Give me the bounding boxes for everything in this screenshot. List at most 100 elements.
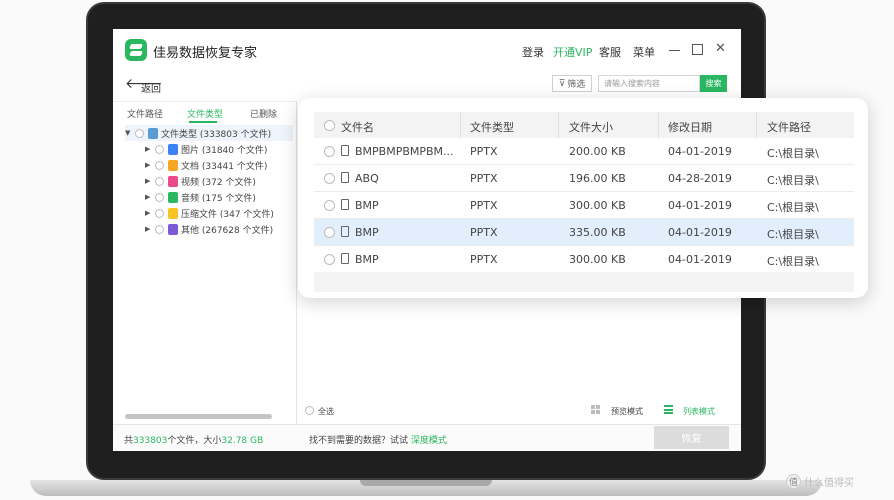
file-icon: [341, 253, 349, 264]
cell-type: PPTX: [470, 172, 498, 185]
table-row[interactable]: BMPBMPBMPBM... PPTX 200.00 KB 04-01-2019…: [314, 138, 854, 165]
cell-type: PPTX: [470, 145, 498, 158]
deep-mode-link[interactable]: 深度模式: [411, 436, 447, 446]
tree-item-checkbox[interactable]: [155, 192, 164, 202]
table-row[interactable]: BMP PPTX 300.00 KB 04-01-2019 C:\根目录\: [314, 246, 854, 273]
watermark-text: 什么值得买: [804, 478, 854, 489]
cell-date: 04-28-2019: [668, 172, 732, 185]
tree-item-other[interactable]: ▶ 其他 (267628 个文件): [145, 221, 273, 237]
column-header[interactable]: 文件类型: [470, 119, 514, 135]
cell-type: PPTX: [470, 253, 498, 266]
sidebar-scrollbar[interactable]: [125, 414, 272, 419]
column-header[interactable]: 文件路径: [767, 119, 811, 135]
filter-button[interactable]: ⊽ 筛选: [552, 75, 592, 92]
list-mode-button[interactable]: 列表模式: [683, 406, 715, 417]
tab-file-path[interactable]: 文件路径: [127, 107, 163, 120]
filter-icon: ⊽: [558, 78, 566, 89]
tree-root-checkbox[interactable]: [135, 128, 144, 138]
tree-item-videos[interactable]: ▶ 视频 (372 个文件): [145, 173, 256, 189]
cell-path: C:\根目录\: [767, 228, 819, 241]
caret-right-icon[interactable]: ▶: [145, 145, 155, 153]
sidebar: 文件路径 文件类型 已删除 ▼ 文件类型 (333803 个文件) ▶ 图片 (…: [113, 101, 297, 424]
menu-link[interactable]: 菜单: [633, 44, 655, 60]
tab-deleted[interactable]: 已删除: [250, 107, 277, 120]
cell-size: 300.00 KB: [569, 199, 626, 212]
maximize-icon[interactable]: [692, 44, 703, 55]
cell-size: 300.00 KB: [569, 253, 626, 266]
cell-name: BMP: [355, 199, 379, 212]
column-divider: [558, 112, 559, 138]
cell-name: BMPBMPBMPBM...: [355, 145, 454, 158]
close-icon[interactable]: ✕: [715, 42, 726, 56]
recover-button[interactable]: 恢复: [654, 426, 729, 449]
tree-item-archives[interactable]: ▶ 压缩文件 (347 个文件): [145, 205, 274, 221]
active-tab-indicator: [189, 121, 217, 123]
row-checkbox[interactable]: [324, 227, 335, 238]
preview-mode-button[interactable]: 预览模式: [611, 406, 643, 417]
file-count: 333803: [133, 436, 168, 446]
caret-down-icon[interactable]: ▼: [125, 129, 135, 137]
vip-link[interactable]: 开通VIP: [553, 44, 592, 60]
search-button[interactable]: 搜索: [700, 75, 727, 92]
back-button[interactable]: 返回: [141, 80, 161, 95]
tree-item-audio[interactable]: ▶ 音频 (175 个文件): [145, 189, 256, 205]
tree-item-images[interactable]: ▶ 图片 (31840 个文件): [145, 141, 267, 157]
minimize-icon[interactable]: [669, 50, 680, 51]
file-icon: [341, 226, 349, 237]
tab-file-type[interactable]: 文件类型: [187, 107, 223, 120]
table-row[interactable]: BMP PPTX 300.00 KB 04-01-2019 C:\根目录\: [314, 192, 854, 219]
tree-item-checkbox[interactable]: [155, 224, 164, 234]
column-header[interactable]: 文件名: [341, 119, 374, 135]
search-input[interactable]: [598, 75, 700, 92]
tree-item-label: 图片 (31840 个文件): [181, 145, 268, 156]
cell-path: C:\根目录\: [767, 255, 819, 268]
tree-item-checkbox[interactable]: [155, 208, 164, 218]
column-divider: [460, 112, 461, 138]
cell-name: BMP: [355, 253, 379, 266]
photo-stage: 佳易数据恢复专家 登录 开通VIP 客服 菜单 ✕ 🡐 返回 ⊽ 筛选 搜索 文…: [0, 0, 894, 500]
tree-item-checkbox[interactable]: [155, 176, 164, 186]
other-icon: [168, 223, 178, 235]
column-header[interactable]: 修改日期: [668, 119, 712, 135]
select-all-label[interactable]: 全选: [318, 406, 334, 417]
column-divider: [658, 112, 659, 138]
row-checkbox[interactable]: [324, 254, 335, 265]
tree-root[interactable]: ▼ 文件类型 (333803 个文件): [125, 125, 293, 141]
view-mode-bar: 全选 预览模式 列表模式: [297, 399, 741, 424]
tree-item-label: 文档 (33441 个文件): [181, 161, 268, 172]
app-title: 佳易数据恢复专家: [153, 46, 258, 61]
toolbar: 🡐 返回 ⊽ 筛选 搜索: [113, 71, 741, 101]
row-checkbox[interactable]: [324, 173, 335, 184]
watermark-logo-icon: 值: [786, 474, 801, 489]
cell-size: 335.00 KB: [569, 226, 626, 239]
column-header[interactable]: 文件大小: [569, 119, 613, 135]
table-row[interactable]: ABQ PPTX 196.00 KB 04-28-2019 C:\根目录\: [314, 165, 854, 192]
laptop-notch: [360, 480, 492, 486]
service-link[interactable]: 客服: [599, 44, 621, 60]
tree-item-documents[interactable]: ▶ 文档 (33441 个文件): [145, 157, 267, 173]
select-all-checkbox[interactable]: [305, 406, 314, 415]
caret-right-icon[interactable]: ▶: [145, 161, 155, 169]
sidebar-tabs: 文件路径 文件类型 已删除: [113, 102, 297, 124]
archive-icon: [168, 207, 178, 219]
list-view-icon[interactable]: [664, 405, 673, 414]
header-checkbox[interactable]: [324, 120, 335, 131]
tree-item-checkbox[interactable]: [155, 160, 164, 170]
status-mid: 个文件，大小: [167, 436, 222, 446]
caret-right-icon[interactable]: ▶: [145, 209, 155, 217]
row-checkbox[interactable]: [324, 200, 335, 211]
table-header: 文件名 文件类型 文件大小 修改日期 文件路径: [314, 112, 854, 138]
watermark: 值 什么值得买: [786, 474, 854, 489]
caret-right-icon[interactable]: ▶: [145, 177, 155, 185]
cell-path: C:\根目录\: [767, 147, 819, 160]
grid-view-icon[interactable]: [591, 405, 600, 414]
tree-item-checkbox[interactable]: [155, 144, 164, 154]
file-icon: [341, 199, 349, 210]
cell-type: PPTX: [470, 226, 498, 239]
login-link[interactable]: 登录: [522, 44, 544, 60]
caret-right-icon[interactable]: ▶: [145, 193, 155, 201]
caret-right-icon[interactable]: ▶: [145, 225, 155, 233]
tree-item-label: 音频 (175 个文件): [181, 193, 256, 204]
row-checkbox[interactable]: [324, 146, 335, 157]
table-row-selected[interactable]: BMP PPTX 335.00 KB 04-01-2019 C:\根目录\: [314, 219, 854, 246]
